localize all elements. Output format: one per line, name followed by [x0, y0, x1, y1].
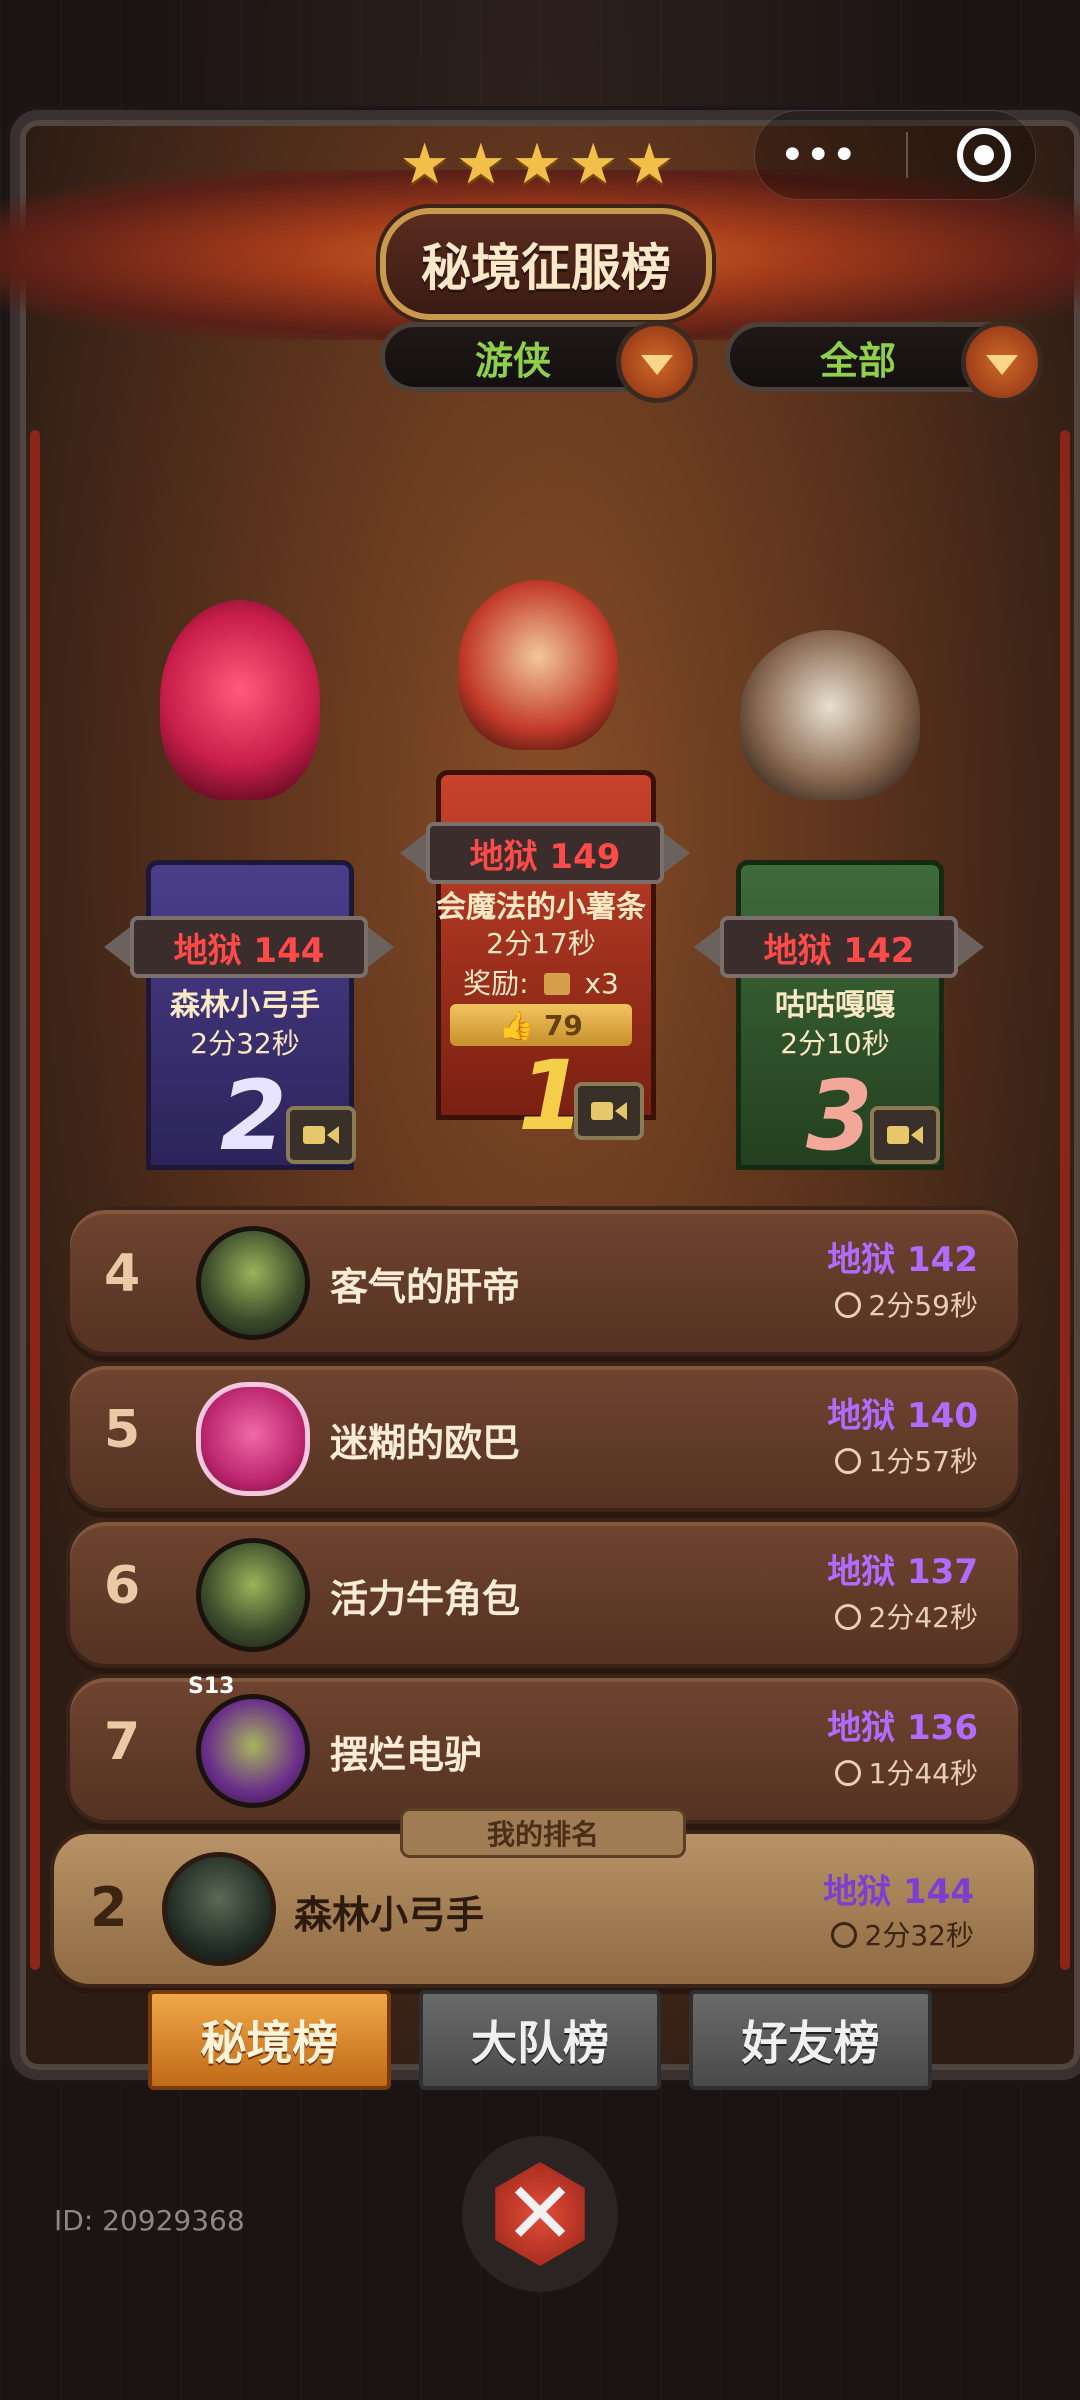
tab-secret-realm[interactable]: 秘境榜	[148, 1990, 391, 2090]
row-time-value: 1分44秒	[868, 1757, 978, 1790]
page-title: 秘境征服榜	[380, 208, 712, 320]
row-rank: 4	[104, 1244, 141, 1304]
podium-third: 地狱 142 咕咕嘎嘎 2分10秒 3	[720, 560, 958, 1172]
tab-friends[interactable]: 好友榜	[689, 1990, 933, 2090]
reward-row: 奖励: x3	[436, 962, 646, 1002]
clear-time: 2分17秒	[486, 927, 596, 960]
player-avatar[interactable]	[196, 1538, 310, 1652]
replay-video-button[interactable]	[574, 1082, 644, 1140]
class-filter-value: 游侠	[475, 338, 552, 383]
row-player-name: 摆烂电驴	[330, 1733, 483, 1777]
my-rank-label: 我的排名	[400, 1808, 686, 1858]
player-avatar[interactable]	[196, 1382, 310, 1496]
podium-second: 地狱 144 森林小弓手 2分32秒 2	[130, 560, 368, 1172]
row-time-value: 2分42秒	[868, 1601, 978, 1634]
my-time-value: 2分32秒	[864, 1919, 974, 1952]
my-time: 2分32秒	[830, 1914, 974, 1954]
clock-icon	[830, 1922, 857, 1948]
row-level: 地狱 136	[827, 1708, 978, 1748]
reward-count: x3	[584, 967, 619, 1000]
row-time: 1分44秒	[834, 1752, 978, 1792]
row-player-name: 客气的肝帝	[330, 1265, 521, 1309]
thumbs-up-icon: 👍	[499, 1008, 534, 1042]
row-level: 地狱 142	[827, 1240, 978, 1280]
hell-level-badge: 地狱 142	[720, 916, 958, 978]
clock-icon	[834, 1448, 861, 1474]
leaderboard-row[interactable]: 5 迷糊的欧巴 地狱 140 1分57秒	[66, 1362, 1022, 1512]
hell-level-badge: 地狱 144	[130, 916, 368, 978]
season-badge: S13	[188, 1674, 235, 1699]
replay-video-button[interactable]	[870, 1106, 940, 1164]
row-player-name: 迷糊的欧巴	[330, 1421, 521, 1465]
tab-squad[interactable]: 大队榜	[418, 1990, 662, 2090]
row-rank: 7	[104, 1712, 141, 1772]
row-level: 地狱 140	[827, 1396, 978, 1436]
leaderboard-tabs: 秘境榜 大队榜 好友榜	[148, 1990, 933, 2090]
row-rank: 6	[104, 1556, 141, 1616]
player-name: 森林小弓手	[170, 988, 320, 1023]
scope-filter-dropdown[interactable]: 全部	[725, 321, 1043, 403]
clear-time: 2分10秒	[780, 1027, 890, 1060]
leaderboard-row[interactable]: 4 客气的肝帝 地狱 142 2分59秒	[66, 1206, 1022, 1356]
reward-label: 奖励:	[463, 967, 529, 1000]
scope-filter-value: 全部	[820, 338, 897, 383]
replay-video-button[interactable]	[286, 1106, 356, 1164]
my-rank-number: 2	[90, 1876, 128, 1939]
reward-chest-icon	[543, 973, 570, 995]
row-time: 2分59秒	[834, 1284, 978, 1324]
clock-icon	[834, 1292, 861, 1318]
my-player-name: 森林小弓手	[294, 1893, 485, 1937]
close-button[interactable]: ✕	[462, 2136, 618, 2292]
rating-stars: ★★★★★	[399, 132, 681, 197]
chevron-down-icon[interactable]	[616, 321, 698, 403]
leaderboard-row[interactable]: 7 S13 摆烂电驴 地狱 136 1分44秒	[66, 1674, 1022, 1824]
clock-icon	[834, 1604, 861, 1630]
my-avatar[interactable]	[162, 1852, 276, 1966]
row-level: 地狱 137	[827, 1552, 978, 1592]
player-name: 咕咕嘎嘎	[775, 988, 895, 1023]
class-filter-dropdown[interactable]: 游侠	[380, 321, 698, 403]
player-avatar-fox[interactable]	[458, 580, 618, 750]
row-time: 1分57秒	[834, 1440, 978, 1480]
row-time-value: 2分59秒	[868, 1289, 978, 1322]
close-icon: ✕	[495, 2162, 585, 2266]
panel-rail-right	[1060, 430, 1070, 1970]
filter-bar: 游侠 全部	[380, 321, 1043, 403]
row-player-name: 活力牛角包	[330, 1577, 521, 1621]
rank-number: 2	[220, 1060, 287, 1172]
player-name: 会魔法的小薯条	[436, 890, 646, 925]
clock-icon	[834, 1760, 861, 1786]
player-avatar[interactable]	[196, 1226, 310, 1340]
podium-first: 地狱 149 会魔法的小薯条 2分17秒 奖励: x3 👍 79 1	[426, 570, 664, 1152]
player-avatar-crowned[interactable]	[160, 600, 320, 800]
chevron-down-icon[interactable]	[961, 321, 1043, 403]
my-level: 地狱 144	[823, 1872, 974, 1912]
row-time-value: 1分57秒	[868, 1445, 978, 1478]
player-avatar-elder[interactable]	[740, 630, 920, 800]
rank-number: 3	[806, 1060, 873, 1172]
row-rank: 5	[104, 1400, 141, 1460]
like-count: 79	[543, 1008, 583, 1042]
player-avatar[interactable]	[196, 1694, 310, 1808]
panel-rail-left	[30, 430, 40, 1970]
player-id: ID: 20929368	[54, 2204, 245, 2237]
row-time: 2分42秒	[834, 1596, 978, 1636]
leaderboard-row[interactable]: 6 活力牛角包 地狱 137 2分42秒	[66, 1518, 1022, 1668]
hell-level-badge: 地狱 149	[426, 822, 664, 884]
clear-time: 2分32秒	[190, 1027, 300, 1060]
